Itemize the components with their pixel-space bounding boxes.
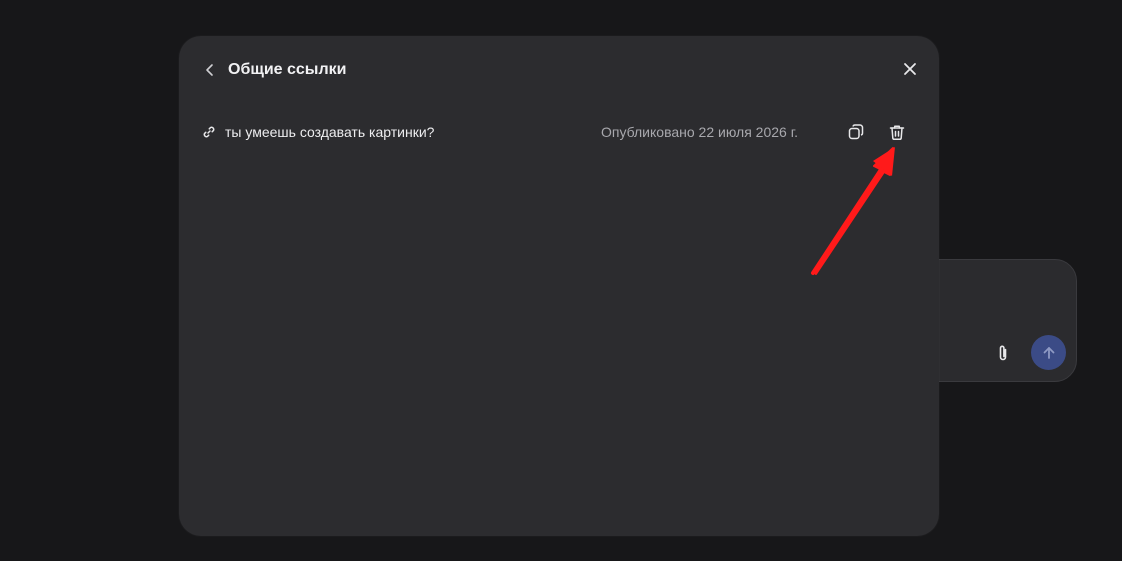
shared-link-title[interactable]: ты умеешь создавать картинки? bbox=[225, 124, 434, 140]
delete-link-button[interactable] bbox=[886, 121, 908, 143]
shared-link-row: ты умеешь создавать картинки? Опубликова… bbox=[199, 116, 919, 148]
close-button[interactable] bbox=[899, 58, 921, 80]
copy-link-button[interactable] bbox=[845, 121, 867, 143]
modal-title: Общие ссылки bbox=[228, 61, 347, 78]
link-icon bbox=[201, 124, 217, 140]
chevron-left-icon bbox=[206, 64, 213, 76]
shared-link-date: Опубликовано 22 июля 2026 г. bbox=[601, 124, 798, 140]
back-button[interactable] bbox=[199, 59, 221, 81]
send-button[interactable] bbox=[1031, 335, 1066, 370]
shared-links-modal: Общие ссылки ты умеешь создавать картинк… bbox=[179, 36, 939, 536]
arrow-up-icon bbox=[1043, 346, 1054, 359]
attach-button[interactable] bbox=[992, 342, 1014, 364]
modal-header: Общие ссылки bbox=[179, 36, 939, 104]
screen: Общие ссылки ты умеешь создавать картинк… bbox=[0, 0, 1122, 561]
copy-icon bbox=[848, 124, 864, 140]
trash-icon bbox=[889, 124, 905, 140]
close-icon bbox=[904, 63, 916, 75]
paperclip-icon bbox=[999, 345, 1007, 361]
